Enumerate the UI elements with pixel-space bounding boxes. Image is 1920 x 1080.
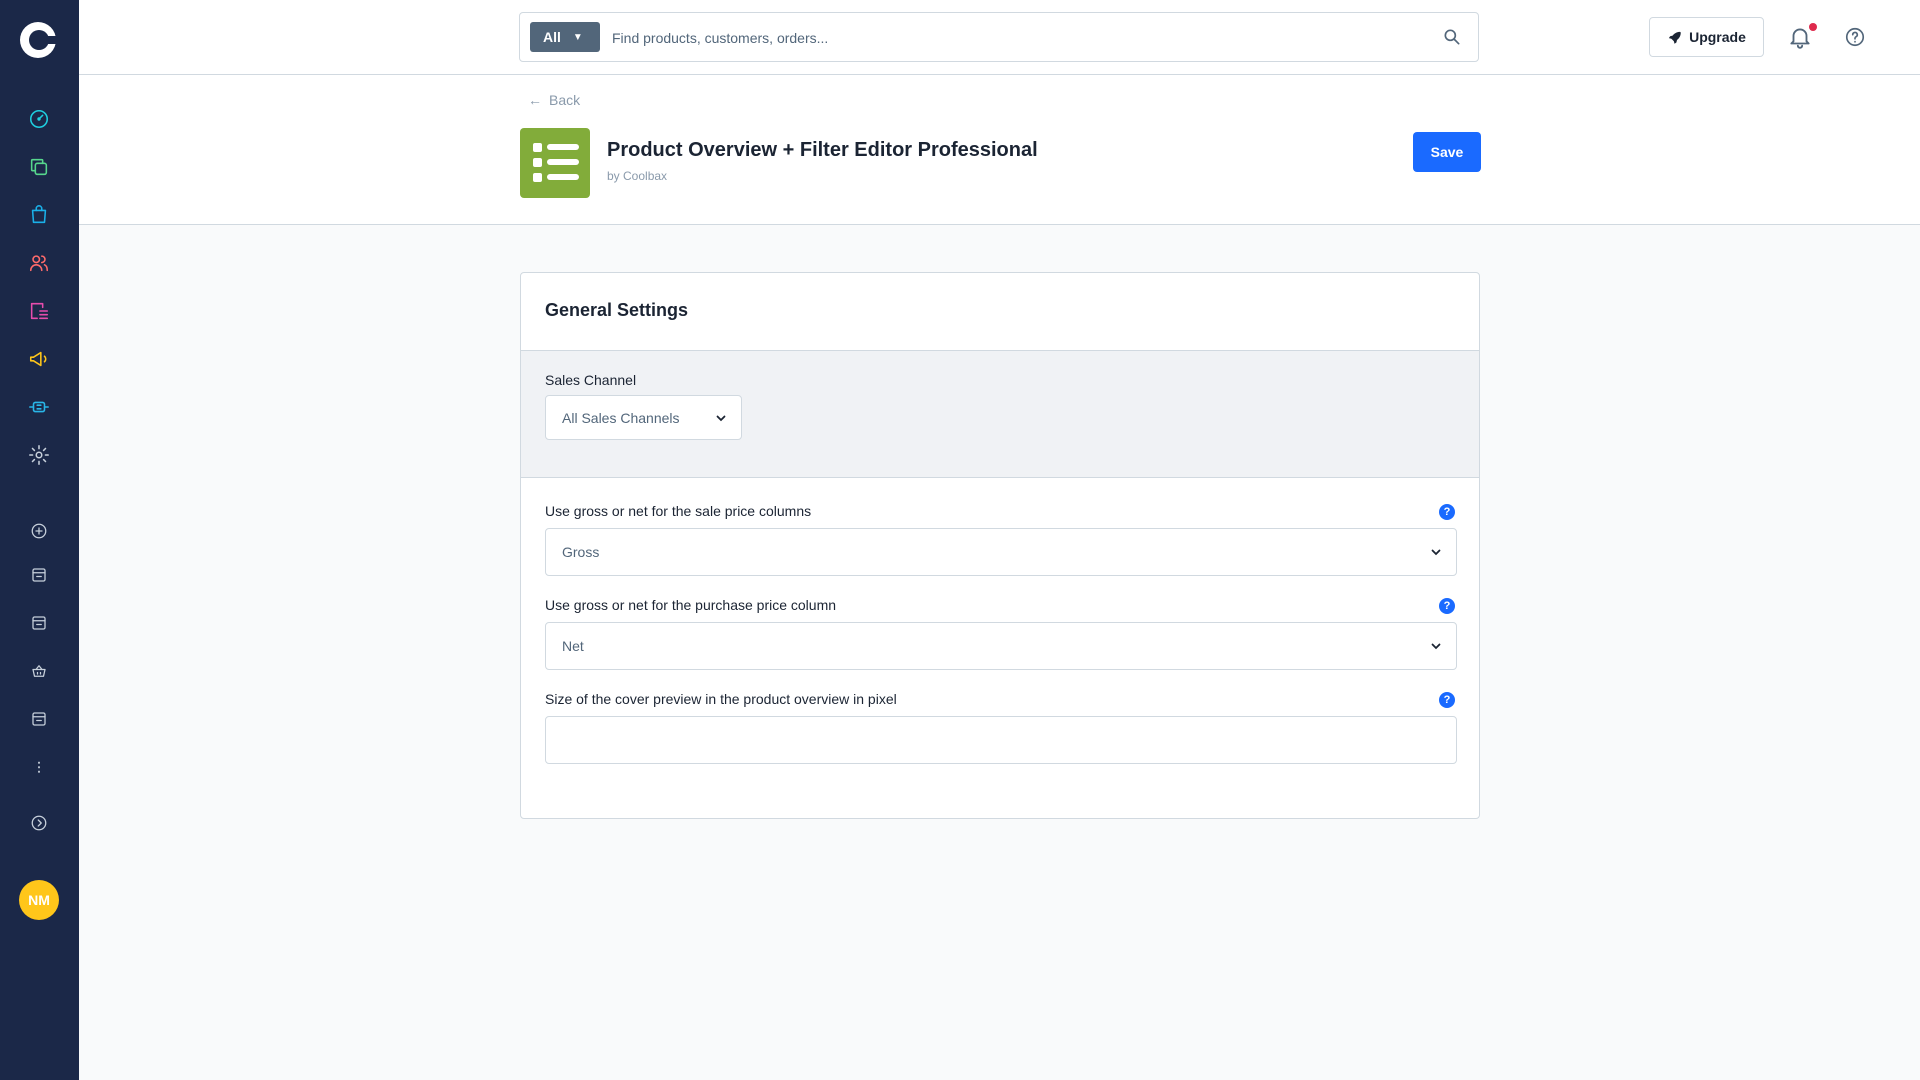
purchase-price-label: Use gross or net for the purchase price …: [545, 597, 837, 613]
general-settings-card: General Settings Sales Channel All Sales…: [520, 272, 1480, 819]
chevron-down-icon: [1431, 549, 1441, 556]
sales-channel-value: All Sales Channels: [562, 409, 680, 426]
purchase-price-value: Net: [562, 638, 584, 654]
search-input[interactable]: [612, 23, 1412, 53]
upgrade-button[interactable]: Upgrade: [1649, 17, 1764, 57]
dashboard-icon[interactable]: [26, 106, 52, 132]
page-header: ← Back Product Overview + Filter Editor …: [79, 75, 1920, 225]
purchase-price-select[interactable]: Net: [545, 622, 1457, 670]
save-button[interactable]: Save: [1413, 132, 1481, 172]
shopware-logo[interactable]: [20, 22, 57, 58]
cover-size-label: Size of the cover preview in the product…: [545, 691, 897, 707]
sale-price-value: Gross: [562, 544, 600, 560]
headless-icon[interactable]: [26, 658, 52, 684]
more-icon[interactable]: [26, 754, 52, 780]
help-tooltip-icon[interactable]: ?: [1439, 598, 1455, 614]
chevron-down-icon: ▼: [572, 31, 583, 43]
storefront-icon[interactable]: [26, 562, 52, 588]
sale-price-label: Use gross or net for the sale price colu…: [545, 503, 812, 519]
content-icon[interactable]: [26, 298, 52, 324]
chevron-down-icon: [1431, 643, 1441, 650]
upgrade-label: Upgrade: [1689, 29, 1746, 45]
cover-size-input[interactable]: [545, 716, 1457, 764]
back-label: Back: [549, 92, 581, 108]
marketing-icon[interactable]: [26, 346, 52, 372]
top-bar: All ▼ Upgrade: [79, 0, 1920, 75]
customers-icon[interactable]: [26, 250, 52, 276]
settings-icon[interactable]: [26, 442, 52, 468]
card-title: General Settings: [545, 300, 689, 320]
user-avatar[interactable]: NM: [19, 880, 59, 920]
back-link[interactable]: ← Back: [528, 92, 580, 108]
global-search: All ▼: [519, 12, 1479, 62]
page-title: Product Overview + Filter Editor Profess…: [607, 139, 1038, 161]
search-icon[interactable]: [1442, 27, 1462, 47]
orders-icon[interactable]: [26, 202, 52, 228]
help-tooltip-icon[interactable]: ?: [1439, 692, 1455, 708]
help-icon[interactable]: [1844, 26, 1866, 48]
notification-dot: [1809, 23, 1817, 31]
search-type-label: All: [543, 29, 561, 45]
arrow-left-icon: ←: [528, 92, 542, 108]
sales-channel-section: Sales Channel All Sales Channels: [521, 350, 1479, 478]
catalogue-icon[interactable]: [26, 154, 52, 180]
rocket-icon: [1668, 31, 1681, 44]
plugin-list-icon: [520, 128, 590, 198]
help-tooltip-icon[interactable]: ?: [1439, 504, 1455, 520]
search-type-dropdown[interactable]: All ▼: [530, 22, 600, 52]
add-sales-channel-icon[interactable]: [26, 518, 52, 544]
sale-price-select[interactable]: Gross: [545, 528, 1457, 576]
admin-sidebar: NM: [0, 0, 79, 1080]
expand-icon[interactable]: [26, 810, 52, 836]
storefront-icon[interactable]: [26, 610, 52, 636]
sales-channel-label: Sales Channel: [545, 372, 637, 388]
extensions-icon[interactable]: [26, 394, 52, 420]
sales-channel-select[interactable]: All Sales Channels: [545, 395, 742, 440]
plugin-author: by Coolbax: [607, 169, 668, 183]
chevron-down-icon: [716, 415, 726, 421]
storefront-icon[interactable]: [26, 706, 52, 732]
